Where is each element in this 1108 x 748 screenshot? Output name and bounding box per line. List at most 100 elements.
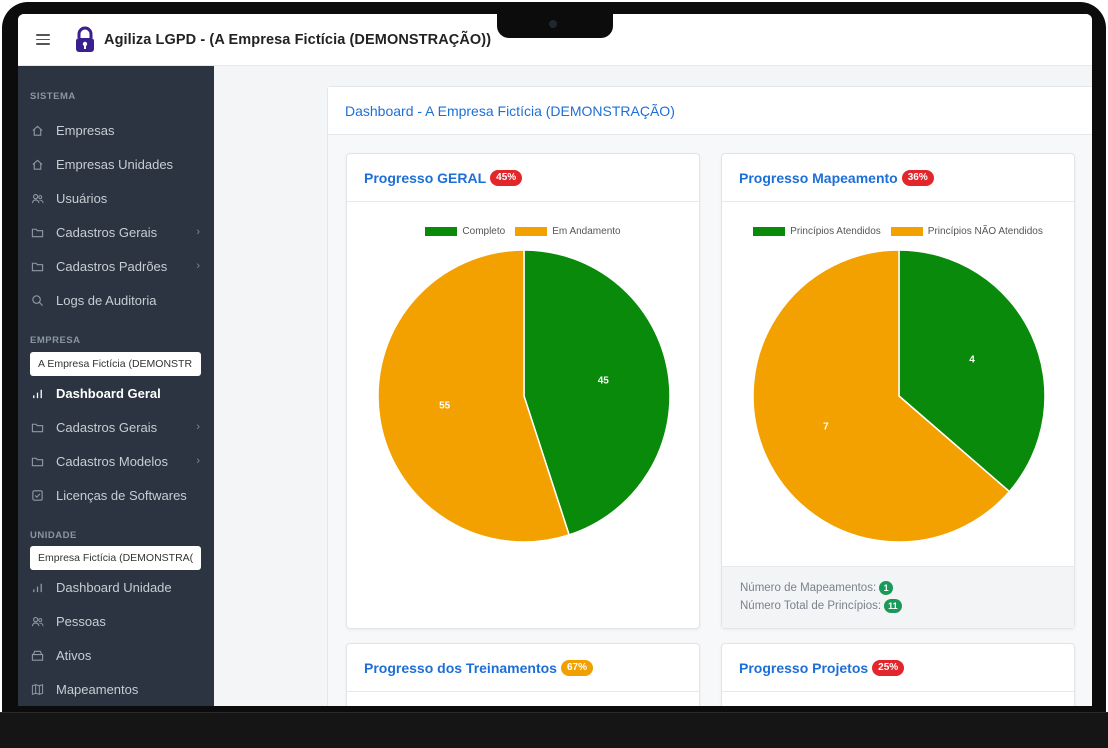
screen: Agiliza LGPD - (A Empresa Fictícia (DEMO… bbox=[18, 14, 1092, 706]
legend-item[interactable]: Princípios NÃO Atendidos bbox=[890, 226, 1043, 237]
sidebar-item-empresas-unidades[interactable]: Empresas Unidades bbox=[18, 149, 214, 179]
pie-data-label: 7 bbox=[823, 421, 829, 432]
legend-item[interactable]: Em Andamento bbox=[515, 226, 621, 237]
sidebar-item-label: Pessoas bbox=[56, 613, 106, 629]
folder-icon bbox=[30, 454, 44, 468]
sidebar-item-label: Cadastros Gerais bbox=[56, 224, 158, 240]
section-title-unidade: UNIDADE bbox=[30, 530, 77, 541]
folder-icon bbox=[30, 420, 44, 434]
card-progresso-geral: Progresso GERAL 45% Completo Em Andament… bbox=[346, 153, 700, 629]
sidebar-item-cadastros-gerais[interactable]: Cadastros Gerais › bbox=[18, 217, 214, 247]
card-header: Progresso Projetos 25% bbox=[722, 644, 1074, 692]
sidebar: SISTEMA Empresas Empresas Unidades Usuár… bbox=[18, 66, 214, 706]
search-icon bbox=[30, 293, 44, 307]
checkbox-icon bbox=[30, 488, 44, 502]
users-icon bbox=[30, 614, 44, 628]
card-header: Progresso Mapeamento 36% bbox=[722, 154, 1074, 202]
bar-chart-icon bbox=[30, 386, 44, 400]
menu-toggle-icon[interactable] bbox=[36, 34, 50, 45]
sidebar-item-pessoas[interactable]: Pessoas bbox=[18, 606, 214, 636]
empresa-selector[interactable]: A Empresa Fictícia (DEMONSTR bbox=[30, 352, 201, 376]
camera-notch bbox=[497, 14, 613, 38]
sidebar-item-label: Empresas bbox=[56, 122, 115, 138]
sidebar-item-cadastros-modelos[interactable]: Cadastros Modelos › bbox=[18, 446, 214, 476]
sidebar-item-label: Licenças de Softwares bbox=[56, 487, 187, 503]
pie-data-label: 45 bbox=[598, 375, 610, 386]
legend-label: Princípios NÃO Atendidos bbox=[927, 226, 1043, 237]
home-icon bbox=[30, 123, 44, 137]
card-progresso-projetos: Progresso Projetos 25% bbox=[721, 643, 1075, 706]
sidebar-item-label: Mapeamentos bbox=[56, 681, 139, 697]
card-title: Progresso Mapeamento bbox=[739, 169, 898, 186]
card-title: Progresso dos Treinamentos bbox=[364, 659, 557, 676]
sidebar-item-label: Logs de Auditoria bbox=[56, 292, 157, 308]
app-title: Agiliza LGPD - (A Empresa Fictícia (DEMO… bbox=[104, 31, 492, 48]
laptop-base bbox=[0, 712, 1108, 748]
sidebar-item-mapeamentos[interactable]: Mapeamentos bbox=[18, 674, 214, 704]
sidebar-item-label: Usuários bbox=[56, 190, 108, 206]
chart-legend: Completo Em Andamento bbox=[347, 226, 699, 237]
card-progresso-treinamentos: Progresso dos Treinamentos 67% bbox=[346, 643, 700, 706]
chevron-right-icon: › bbox=[196, 226, 200, 238]
bar-chart-icon bbox=[30, 580, 44, 594]
sidebar-item-licencas-softwares[interactable]: Licenças de Softwares bbox=[18, 480, 214, 510]
card-progresso-mapeamento: Progresso Mapeamento 36% Princípios Aten… bbox=[721, 153, 1075, 629]
card-title: Progresso GERAL bbox=[364, 169, 487, 186]
sidebar-item-label: Cadastros Modelos bbox=[56, 453, 168, 469]
chevron-right-icon: › bbox=[196, 421, 200, 433]
footer-line-principios: Número Total de Princípios: 11 bbox=[740, 599, 1074, 613]
folder-icon bbox=[30, 259, 44, 273]
footer-line-mapeamentos: Número de Mapeamentos: 1 bbox=[740, 581, 1074, 595]
main-panel: Dashboard - A Empresa Fictícia (DEMONSTR… bbox=[327, 86, 1092, 706]
pie-data-label: 4 bbox=[969, 355, 975, 366]
pie-data-label: 55 bbox=[439, 401, 451, 412]
sidebar-item-label: Dashboard Unidade bbox=[56, 579, 172, 595]
camera-icon bbox=[549, 20, 557, 28]
legend-item[interactable]: Princípios Atendidos bbox=[753, 226, 881, 237]
progress-badge: 36% bbox=[901, 169, 934, 186]
count-badge: 11 bbox=[884, 599, 902, 613]
sidebar-item-cadastros-padroes[interactable]: Cadastros Padrões › bbox=[18, 251, 214, 281]
card-header: Progresso GERAL 45% bbox=[347, 154, 699, 202]
sidebar-item-empresas[interactable]: Empresas bbox=[18, 115, 214, 145]
users-icon bbox=[30, 191, 44, 205]
sidebar-item-dashboard-unidade[interactable]: Dashboard Unidade bbox=[18, 572, 214, 602]
sidebar-item-label: Dashboard Geral bbox=[56, 385, 161, 401]
sidebar-item-label: Ativos bbox=[56, 647, 92, 663]
card-footer: Número de Mapeamentos: 1 Número Total de… bbox=[722, 566, 1074, 628]
sidebar-item-logs-auditoria[interactable]: Logs de Auditoria bbox=[18, 285, 214, 315]
pie-chart-mapeamento: 47 bbox=[752, 249, 1046, 543]
legend-swatch bbox=[890, 227, 923, 236]
progress-badge: 45% bbox=[490, 169, 523, 186]
card-header: Progresso dos Treinamentos 67% bbox=[347, 644, 699, 692]
legend-swatch bbox=[425, 227, 458, 236]
section-title-empresa: EMPRESA bbox=[30, 335, 81, 346]
footer-label: Número de Mapeamentos: bbox=[740, 582, 877, 594]
chevron-right-icon: › bbox=[196, 455, 200, 467]
folder-icon bbox=[30, 225, 44, 239]
sidebar-item-label: Cadastros Gerais bbox=[56, 419, 158, 435]
legend-swatch bbox=[753, 227, 786, 236]
count-badge: 1 bbox=[879, 581, 894, 595]
unidade-selector[interactable]: Empresa Fictícia (DEMONSTRA( bbox=[30, 546, 201, 570]
progress-badge: 67% bbox=[560, 659, 593, 676]
sidebar-item-cadastros-gerais-empresa[interactable]: Cadastros Gerais › bbox=[18, 412, 214, 442]
pie-chart-geral: 45 55 bbox=[377, 249, 671, 543]
page-title: Dashboard - A Empresa Fictícia (DEMONSTR… bbox=[328, 87, 1092, 135]
lock-logo-icon bbox=[76, 26, 94, 52]
progress-badge: 25% bbox=[872, 659, 905, 676]
sidebar-item-label: Empresas Unidades bbox=[56, 156, 174, 172]
card-title: Progresso Projetos bbox=[739, 659, 869, 676]
map-icon bbox=[30, 682, 44, 696]
legend-label: Completo bbox=[462, 226, 506, 237]
chevron-right-icon: › bbox=[196, 260, 200, 272]
sidebar-item-ativos[interactable]: Ativos bbox=[18, 640, 214, 670]
legend-item[interactable]: Completo bbox=[425, 226, 505, 237]
section-title-sistema: SISTEMA bbox=[30, 91, 76, 102]
sidebar-item-dashboard-geral[interactable]: Dashboard Geral bbox=[18, 378, 214, 408]
legend-swatch bbox=[515, 227, 548, 236]
box-icon bbox=[30, 648, 44, 662]
legend-label: Princípios Atendidos bbox=[790, 226, 881, 237]
sidebar-item-usuarios[interactable]: Usuários bbox=[18, 183, 214, 213]
sidebar-item-label: Cadastros Padrões bbox=[56, 258, 168, 274]
